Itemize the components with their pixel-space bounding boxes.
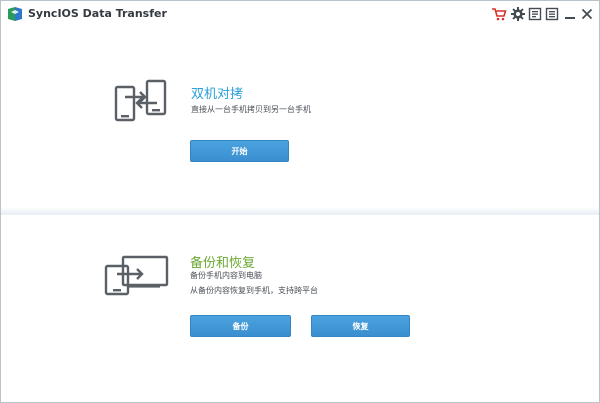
app-logo-icon xyxy=(8,7,22,21)
menu-icon[interactable] xyxy=(544,6,560,22)
minimize-icon[interactable] xyxy=(562,6,578,22)
backup-description: 备份手机内容到电脑 xyxy=(190,271,262,280)
title-bar[interactable]: SyncIOS Data Transfer xyxy=(1,1,599,27)
cart-icon[interactable] xyxy=(491,6,507,22)
gear-icon[interactable] xyxy=(510,6,526,22)
backup-button[interactable]: 备份 xyxy=(190,315,291,337)
restore-description: 从备份内容恢复到手机，支持跨平台 xyxy=(190,286,318,295)
phone-transfer-description: 直接从一台手机拷贝到另一台手机 xyxy=(191,105,311,114)
window-title: SyncIOS Data Transfer xyxy=(28,7,167,20)
app-window: SyncIOS Data Transfer 双机对拷 直接从一台手机拷贝到另一台… xyxy=(0,0,600,403)
phone-transfer-section: 双机对拷 直接从一台手机拷贝到另一台手机 开始 xyxy=(1,27,599,211)
phone-transfer-title: 双机对拷 xyxy=(191,87,244,102)
feedback-icon[interactable] xyxy=(527,6,543,22)
close-icon[interactable] xyxy=(579,6,595,22)
phone-to-phone-icon xyxy=(114,79,167,122)
restore-button[interactable]: 恢复 xyxy=(311,315,410,337)
backup-restore-section: 备份和恢复 备份手机内容到电脑 从备份内容恢复到手机，支持跨平台 备份 恢复 xyxy=(1,215,599,402)
backup-restore-icon xyxy=(104,255,169,296)
start-button[interactable]: 开始 xyxy=(190,140,289,162)
